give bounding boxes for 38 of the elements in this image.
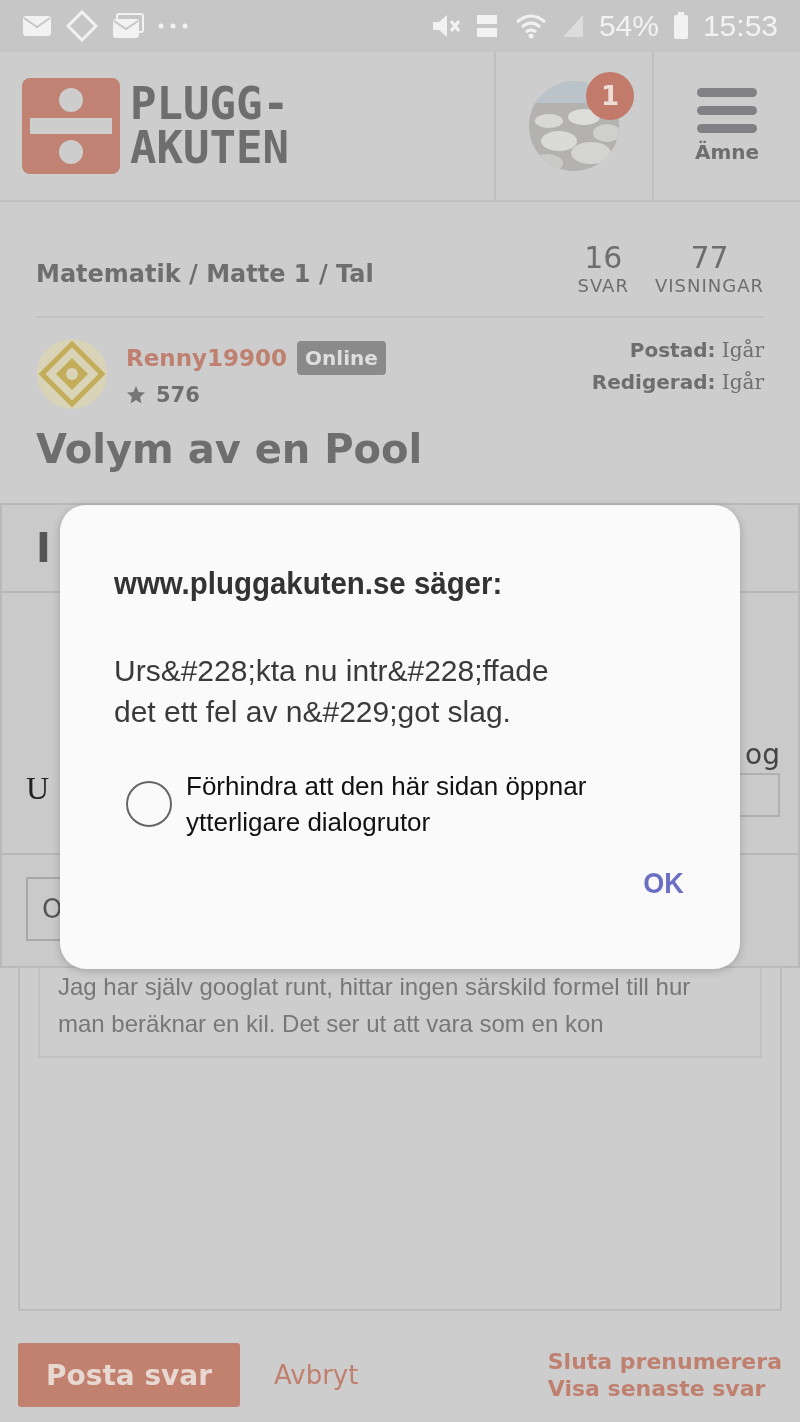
thread-link[interactable]: Sluta prenumerera [547,1349,782,1374]
menu-icon [697,88,757,134]
wifi-icon [514,13,547,39]
post-reply-button[interactable]: Posta svar [18,1343,240,1407]
battery-icon [672,12,689,40]
mute-icon [430,13,461,39]
ok-button[interactable]: OK [643,862,684,904]
author-link[interactable]: Renny19900 [126,345,288,371]
mail-icon [112,13,144,39]
pattern-avatar [36,338,108,410]
stat-value: 77 [690,240,729,275]
breadcrumb: Matematik / Matte 1 / Tal [36,260,374,288]
post-date: Postad: Igår [628,338,764,362]
option-label: Förhindra att den här sidan öppnar ytterligare dialogrutor [186,770,588,839]
diamond-icon [66,10,98,42]
score: 576 [156,383,200,407]
mail-icon [22,15,52,37]
more-icon [158,23,188,29]
logo-text: AKUTEN [130,126,289,170]
dialog-message: Urs&#228;kta nu intr&#228;ffade det ett fel av n&#229;got slag. [114,653,550,730]
stat-label: SVAR [577,275,629,296]
thread-link[interactable]: Visa senaste svar [547,1376,782,1401]
post-title: Volym av en Pool [36,426,424,472]
post-date: Redigerad: Igår [591,370,764,394]
cancel-link[interactable]: Avbryt [274,1360,359,1390]
stat-value: 16 [584,240,623,275]
panel-heading: I [36,525,51,571]
field-label: og [745,738,780,771]
status-badge: Online [297,341,386,375]
logo-text: PLUGG- [130,82,289,126]
divide-logo-icon [22,78,120,174]
star-icon [126,385,146,405]
field-label: U [26,770,50,807]
radio-button[interactable] [126,781,172,827]
menu-button[interactable]: Ämne [694,88,760,164]
dialog-title: www.pluggakuten.se säger: [114,565,503,602]
stat-label: VISNINGAR [654,275,764,296]
notification-badge: 1 [586,72,634,120]
